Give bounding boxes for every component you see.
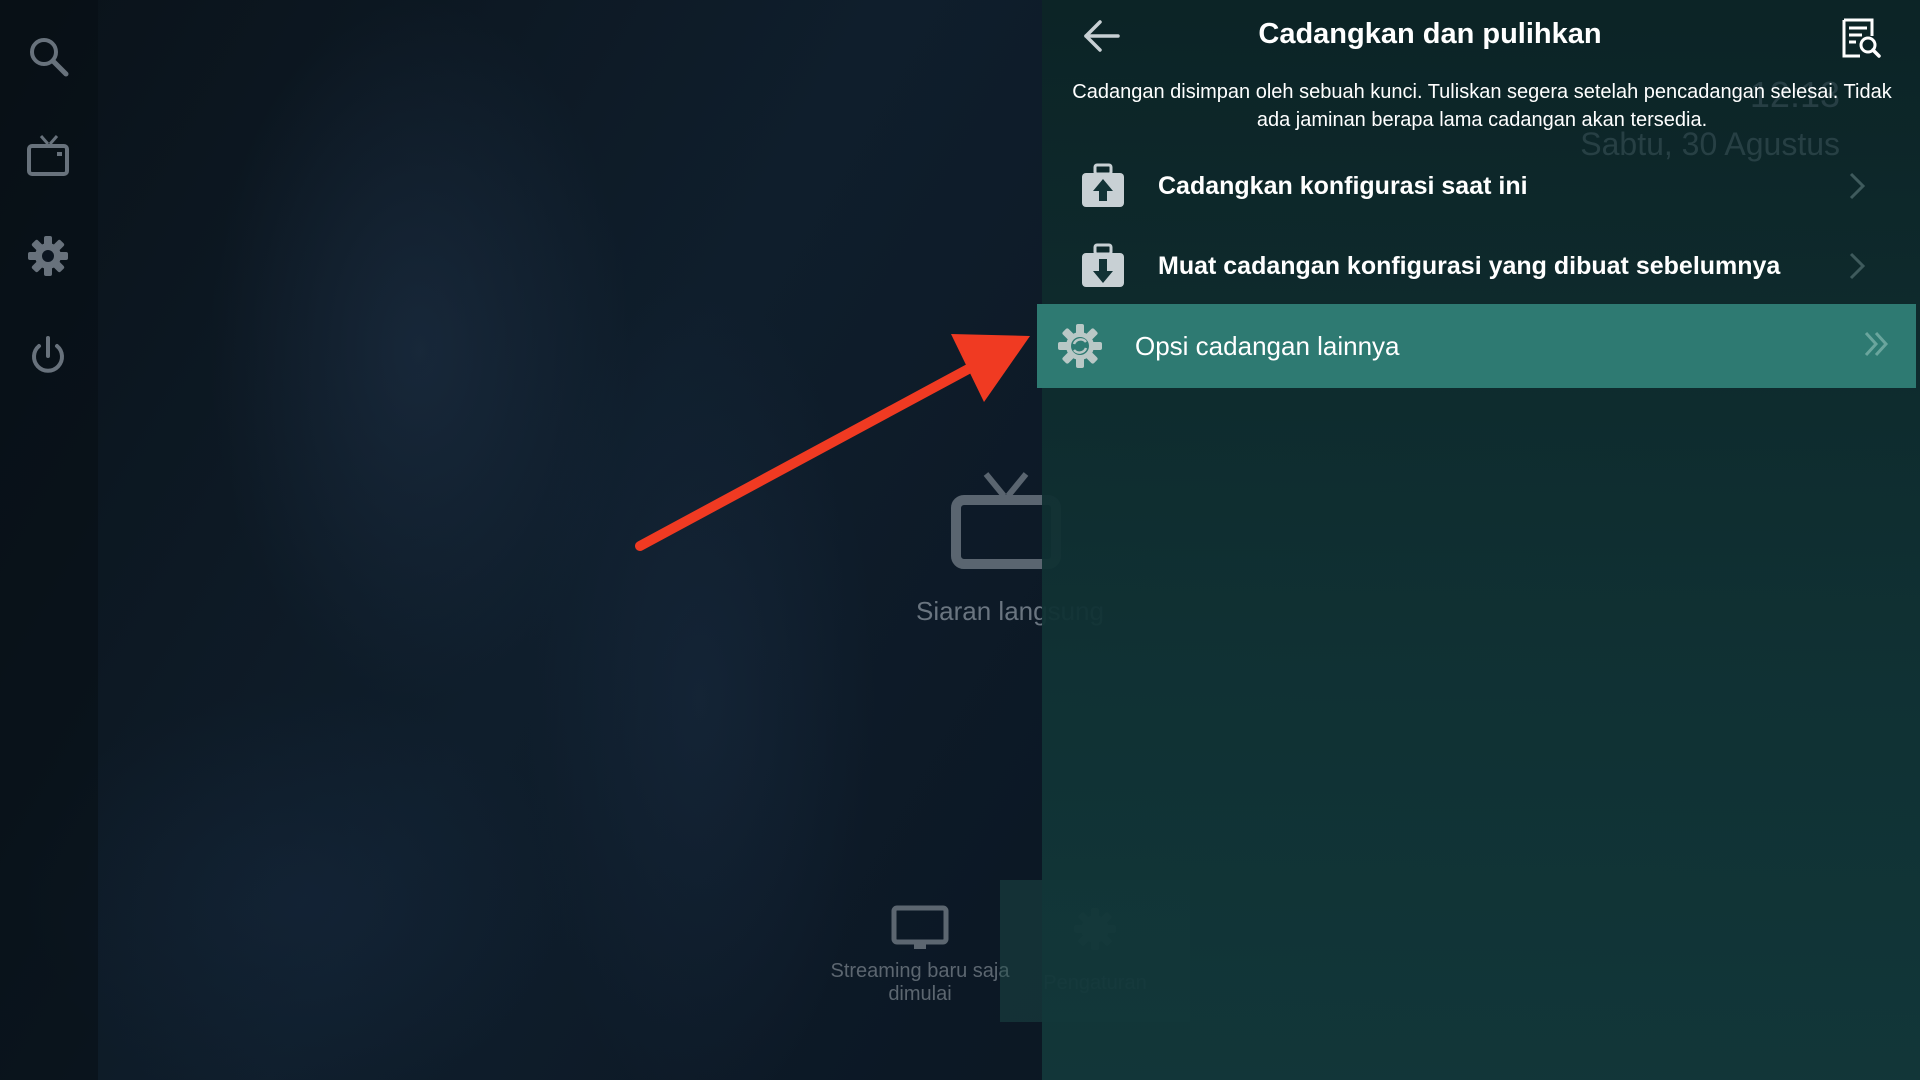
left-rail [0,0,98,1080]
other-backup-options-item[interactable]: Opsi cadangan lainnya [1037,304,1916,388]
briefcase-upload-icon [1078,161,1128,211]
load-previous-backup-label: Muat cadangan konfigurasi yang dibuat se… [1158,251,1781,280]
monitor-icon [891,905,949,949]
tile-streaming-label: Streaming baru saja dimulai [830,960,1010,1005]
load-previous-backup-item[interactable]: Muat cadangan konfigurasi yang dibuat se… [1042,226,1920,306]
arrow-left-icon [1084,20,1120,52]
log-search-button[interactable] [1838,16,1882,60]
panel-description: Cadangan disimpan oleh sebuah kunci. Tul… [1072,81,1892,131]
backup-current-config-item[interactable]: Cadangkan konfigurasi saat ini [1042,146,1920,226]
back-button[interactable] [1080,16,1124,56]
document-search-icon [1842,18,1881,58]
search-icon[interactable] [24,32,72,80]
tile-streaming[interactable]: Streaming baru saja dimulai [825,880,1015,1022]
backup-current-config-label: Cadangkan konfigurasi saat ini [1158,171,1528,200]
chevron-right-icon [1842,250,1872,282]
gear-sync-icon [1055,321,1105,371]
panel-title: Cadangkan dan pulihkan [1258,18,1602,50]
double-chevron-right-icon [1862,328,1892,360]
power-icon[interactable] [24,332,72,380]
tv-icon[interactable] [24,132,72,180]
chevron-right-icon [1842,170,1872,202]
briefcase-download-icon [1078,241,1128,291]
gear-icon[interactable] [24,232,72,280]
other-backup-options-label: Opsi cadangan lainnya [1135,330,1400,361]
